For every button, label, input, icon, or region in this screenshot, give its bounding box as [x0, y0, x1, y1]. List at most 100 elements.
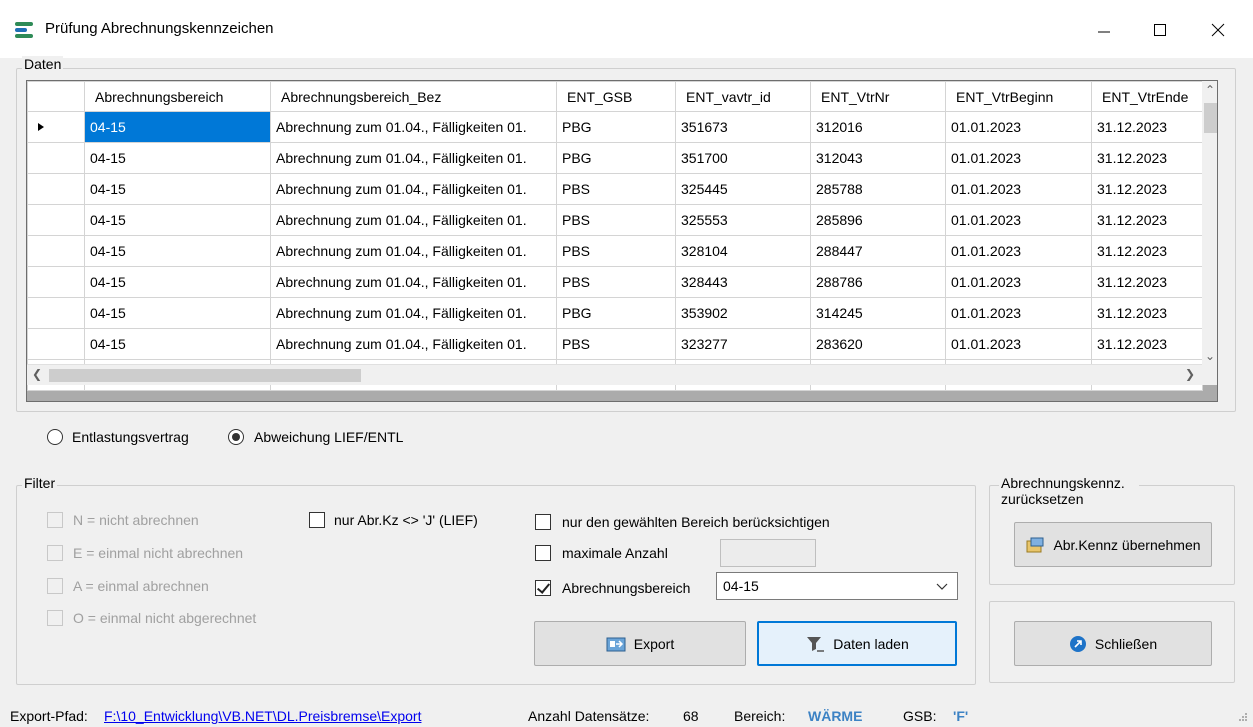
filter-o-checkbox[interactable]: [47, 610, 63, 626]
table-cell[interactable]: 283620: [810, 328, 946, 360]
max-anzahl-input[interactable]: [720, 539, 816, 567]
table-cell[interactable]: 328104: [675, 235, 811, 267]
table-cell[interactable]: Abrechnung zum 01.04., Fälligkeiten 01.: [270, 266, 557, 298]
table-cell[interactable]: 325445: [675, 173, 811, 205]
table-cell[interactable]: Abrechnung zum 01.04., Fälligkeiten 01.: [270, 204, 557, 236]
table-cell[interactable]: Abrechnung zum 01.04., Fälligkeiten 01.: [270, 173, 557, 205]
scroll-up-icon[interactable]: ⌃: [1205, 83, 1215, 97]
nur-abr-checkbox[interactable]: [309, 512, 325, 528]
table-cell[interactable]: 04-15: [84, 328, 271, 360]
table-row[interactable]: 04-15Abrechnung zum 01.04., Fälligkeiten…: [27, 142, 1203, 174]
close-window-button[interactable]: [1198, 10, 1238, 50]
minimize-button[interactable]: [1084, 10, 1124, 50]
column-header[interactable]: ENT_vavtr_id: [675, 81, 811, 112]
table-cell[interactable]: 325553: [675, 204, 811, 236]
table-cell[interactable]: 312016: [810, 111, 946, 143]
table-cell[interactable]: 01.01.2023: [945, 266, 1092, 298]
export-button[interactable]: Export: [534, 621, 746, 666]
abweichung-label[interactable]: Abweichung LIEF/ENTL: [254, 429, 403, 445]
export-path-link[interactable]: F:\10_Entwicklung\VB.NET\DL.Preisbremse\…: [104, 708, 421, 724]
table-cell[interactable]: 328443: [675, 266, 811, 298]
table-cell[interactable]: Abrechnung zum 01.04., Fälligkeiten 01.: [270, 235, 557, 267]
schliessen-button[interactable]: Schließen: [1014, 621, 1212, 666]
table-row[interactable]: 04-15Abrechnung zum 01.04., Fälligkeiten…: [27, 266, 1203, 298]
table-cell[interactable]: 288447: [810, 235, 946, 267]
row-header[interactable]: [27, 173, 85, 205]
horizontal-scroll-thumb[interactable]: [49, 369, 361, 382]
abrechnungsbereich-label[interactable]: Abrechnungsbereich: [562, 580, 690, 596]
max-anzahl-checkbox[interactable]: [535, 545, 551, 561]
vertical-scrollbar[interactable]: ⌃ ⌄: [1202, 81, 1217, 385]
table-cell[interactable]: 351673: [675, 111, 811, 143]
nur-bereich-label[interactable]: nur den gewählten Bereich berücksichtige…: [562, 514, 830, 530]
table-cell[interactable]: PBS: [556, 328, 676, 360]
table-cell[interactable]: 351700: [675, 142, 811, 174]
table-cell[interactable]: 285896: [810, 204, 946, 236]
table-row[interactable]: 04-15Abrechnung zum 01.04., Fälligkeiten…: [27, 111, 1203, 143]
scroll-left-icon[interactable]: ❮: [32, 367, 42, 381]
max-anzahl-label[interactable]: maximale Anzahl: [562, 545, 668, 561]
horizontal-scrollbar[interactable]: ❮ ❯: [27, 364, 1202, 385]
table-cell[interactable]: 31.12.2023: [1091, 235, 1203, 267]
table-cell[interactable]: 288786: [810, 266, 946, 298]
row-header[interactable]: [27, 204, 85, 236]
filter-n-checkbox[interactable]: [47, 512, 63, 528]
maximize-button[interactable]: [1140, 10, 1180, 50]
table-cell[interactable]: 01.01.2023: [945, 204, 1092, 236]
table-cell[interactable]: PBS: [556, 266, 676, 298]
column-header[interactable]: ENT_VtrNr: [810, 81, 946, 112]
data-grid[interactable]: Abrechnungsbereich Abrechnungsbereich_Be…: [26, 80, 1218, 402]
table-cell[interactable]: 04-15: [84, 173, 271, 205]
table-cell[interactable]: 04-15: [84, 266, 271, 298]
table-cell[interactable]: Abrechnung zum 01.04., Fälligkeiten 01.: [270, 142, 557, 174]
table-cell[interactable]: 01.01.2023: [945, 235, 1092, 267]
row-header[interactable]: [27, 142, 85, 174]
table-row[interactable]: 04-15Abrechnung zum 01.04., Fälligkeiten…: [27, 235, 1203, 267]
column-header[interactable]: Abrechnungsbereich: [84, 81, 271, 112]
nur-bereich-checkbox[interactable]: [535, 514, 551, 530]
table-cell[interactable]: 31.12.2023: [1091, 328, 1203, 360]
table-cell[interactable]: 31.12.2023: [1091, 173, 1203, 205]
table-cell[interactable]: PBG: [556, 297, 676, 329]
table-cell[interactable]: PBS: [556, 204, 676, 236]
table-cell[interactable]: 01.01.2023: [945, 173, 1092, 205]
nur-abr-label[interactable]: nur Abr.Kz <> 'J' (LIEF): [334, 512, 478, 528]
table-cell[interactable]: 04-15: [84, 297, 271, 329]
table-row[interactable]: 04-15Abrechnung zum 01.04., Fälligkeiten…: [27, 328, 1203, 360]
column-header[interactable]: ENT_VtrEnde: [1091, 81, 1203, 112]
table-cell[interactable]: 01.01.2023: [945, 111, 1092, 143]
abweichung-radio[interactable]: [228, 429, 244, 445]
table-cell[interactable]: Abrechnung zum 01.04., Fälligkeiten 01.: [270, 328, 557, 360]
table-cell[interactable]: 31.12.2023: [1091, 297, 1203, 329]
table-cell[interactable]: 31.12.2023: [1091, 111, 1203, 143]
table-cell[interactable]: PBS: [556, 173, 676, 205]
table-cell[interactable]: 285788: [810, 173, 946, 205]
table-cell[interactable]: 01.01.2023: [945, 142, 1092, 174]
row-header[interactable]: [27, 328, 85, 360]
vertical-scroll-thumb[interactable]: [1204, 103, 1217, 133]
table-row[interactable]: 04-15Abrechnung zum 01.04., Fälligkeiten…: [27, 204, 1203, 236]
table-cell[interactable]: 312043: [810, 142, 946, 174]
table-cell[interactable]: PBS: [556, 235, 676, 267]
table-cell[interactable]: 04-15: [84, 204, 271, 236]
row-header[interactable]: [27, 297, 85, 329]
column-header[interactable]: ENT_GSB: [556, 81, 676, 112]
table-cell[interactable]: 01.01.2023: [945, 328, 1092, 360]
table-row[interactable]: 04-15Abrechnung zum 01.04., Fälligkeiten…: [27, 173, 1203, 205]
table-row[interactable]: 04-15Abrechnung zum 01.04., Fälligkeiten…: [27, 297, 1203, 329]
table-cell[interactable]: Abrechnung zum 01.04., Fälligkeiten 01.: [270, 111, 557, 143]
entlastungsvertrag-label[interactable]: Entlastungsvertrag: [72, 429, 189, 445]
table-cell[interactable]: 31.12.2023: [1091, 266, 1203, 298]
row-header[interactable]: [27, 111, 85, 143]
table-cell[interactable]: 353902: [675, 297, 811, 329]
table-cell[interactable]: 01.01.2023: [945, 297, 1092, 329]
row-header[interactable]: [27, 266, 85, 298]
table-cell[interactable]: Abrechnung zum 01.04., Fälligkeiten 01.: [270, 297, 557, 329]
resize-grip-icon[interactable]: [1238, 712, 1248, 722]
table-cell[interactable]: PBG: [556, 142, 676, 174]
entlastungsvertrag-radio[interactable]: [47, 429, 63, 445]
daten-laden-button[interactable]: Daten laden: [757, 621, 957, 666]
table-cell[interactable]: 04-15: [84, 142, 271, 174]
table-cell[interactable]: 04-15: [84, 111, 271, 143]
filter-e-checkbox[interactable]: [47, 545, 63, 561]
